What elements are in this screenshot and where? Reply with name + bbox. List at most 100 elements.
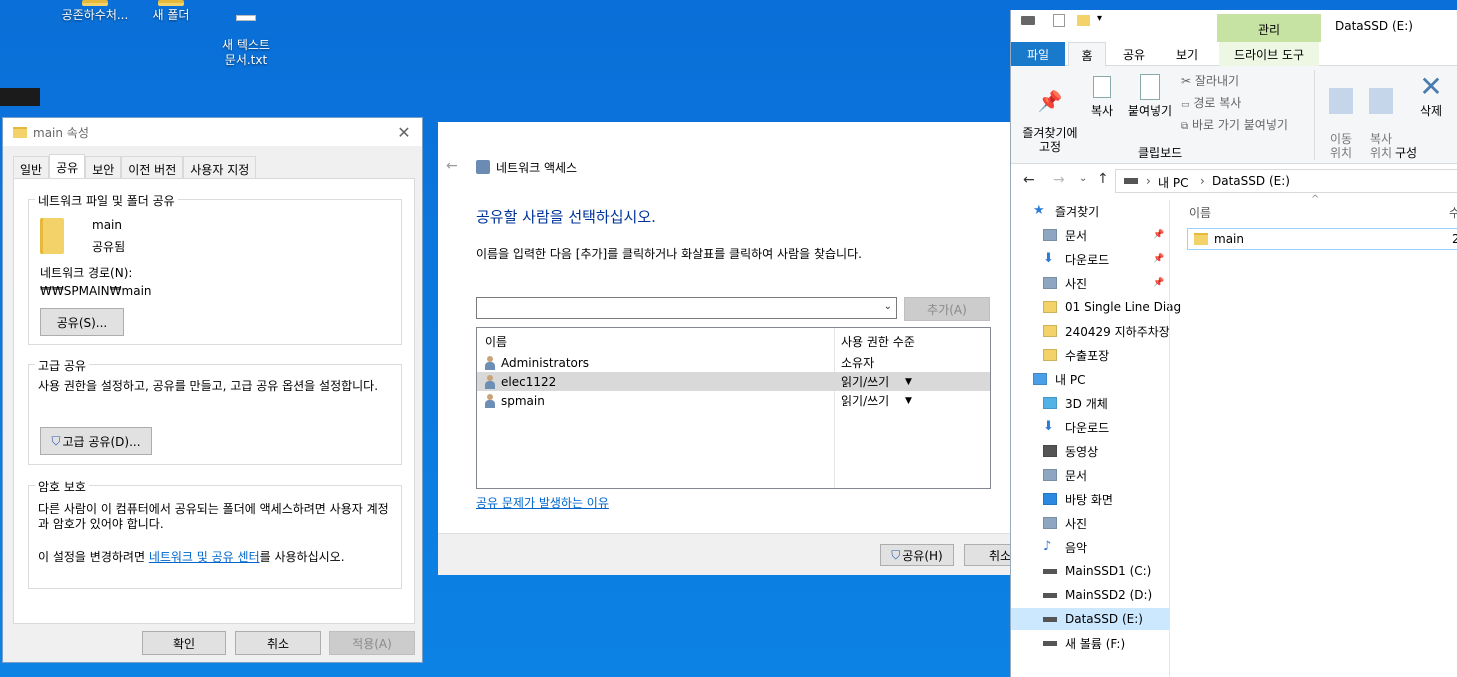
- paste-shortcut-button[interactable]: ⧉ 바로 가기 붙여넣기: [1181, 116, 1288, 133]
- close-icon[interactable]: ✕: [386, 123, 422, 142]
- sharing-help-link[interactable]: 공유 문제가 발생하는 이유: [476, 494, 609, 511]
- nav-item[interactable]: 동영상: [1011, 440, 1169, 462]
- desktop-icon-folder-1[interactable]: 공존하수처...: [55, 0, 135, 23]
- tab-security[interactable]: 보안: [85, 156, 122, 178]
- nav-item[interactable]: MainSSD2 (D:): [1011, 584, 1169, 606]
- caret-down-icon[interactable]: ▼: [905, 377, 912, 387]
- star-icon: ★: [1033, 203, 1045, 218]
- nav-item[interactable]: 01 Single Line Diag: [1011, 296, 1181, 318]
- tab-view[interactable]: 보기: [1167, 42, 1207, 66]
- tab-drive-tools[interactable]: 드라이브 도구: [1219, 42, 1319, 66]
- back-arrow-icon[interactable]: ←: [1023, 172, 1035, 188]
- user-name-combobox[interactable]: ⌄: [476, 297, 897, 319]
- desktop-icon-folder-2[interactable]: 새 폴더: [131, 0, 211, 23]
- permission-level[interactable]: 읽기/쓰기: [841, 373, 889, 390]
- column-header-permission[interactable]: 사용 권한 수준: [841, 333, 915, 350]
- folder-icon: [1043, 325, 1057, 337]
- cut-label: 잘라내기: [1194, 74, 1240, 88]
- customize-toolbar-icon[interactable]: ▾: [1097, 13, 1102, 24]
- network-path-value: ₩₩SPMAIN₩main: [40, 284, 152, 298]
- tab-sharing[interactable]: 공유: [49, 154, 86, 178]
- nav-item-label: 문서: [1065, 468, 1088, 483]
- manage-context-tab[interactable]: 관리: [1217, 14, 1321, 42]
- copy-button[interactable]: 복사: [1087, 76, 1117, 119]
- share-button[interactable]: 공유(S)...: [40, 308, 124, 336]
- nav-item[interactable]: 문서 📌: [1011, 224, 1169, 246]
- file-row[interactable]: main 20: [1187, 228, 1457, 250]
- column-header-modified[interactable]: 수: [1449, 204, 1457, 221]
- wizard-cancel-button[interactable]: 취소: [964, 544, 1014, 566]
- nav-item[interactable]: 3D 개체: [1011, 392, 1169, 414]
- breadcrumb-drive[interactable]: DataSSD (E:): [1212, 174, 1290, 188]
- nav-item[interactable]: 새 볼륨 (F:): [1011, 632, 1169, 654]
- nav-item-label: MainSSD2 (D:): [1065, 588, 1153, 602]
- nav-item-label: 바탕 화면: [1065, 492, 1113, 507]
- cut-button[interactable]: ✂ 잘라내기: [1181, 72, 1239, 89]
- nav-item[interactable]: MainSSD1 (C:): [1011, 560, 1169, 582]
- tab-home[interactable]: 홈: [1068, 42, 1106, 66]
- copy-path-label: 경로 복사: [1193, 96, 1242, 110]
- nav-item[interactable]: 바탕 화면: [1011, 488, 1169, 510]
- copy-path-button[interactable]: ▭ 경로 복사: [1181, 94, 1241, 111]
- pin-to-quick-access-button[interactable]: 📌 즐겨찾기에 고정: [1015, 76, 1085, 154]
- address-bar[interactable]: › 내 PC › DataSSD (E:): [1115, 169, 1457, 193]
- nav-item[interactable]: ♪ 음악: [1011, 536, 1169, 558]
- nav-item[interactable]: 사진 📌: [1011, 272, 1169, 294]
- chevron-down-icon[interactable]: ⌄: [884, 301, 892, 312]
- nav-item[interactable]: ⬇ 다운로드: [1011, 416, 1169, 438]
- drive-icon: [1043, 569, 1057, 574]
- scissors-icon: ✂: [1181, 74, 1192, 88]
- up-arrow-icon[interactable]: ↑: [1097, 171, 1109, 187]
- list-item[interactable]: elec1122 읽기/쓰기 ▼: [477, 372, 990, 391]
- forward-arrow-icon[interactable]: →: [1053, 172, 1065, 188]
- cancel-button[interactable]: 취소: [235, 631, 321, 655]
- organize-group-label: 구성: [1395, 146, 1418, 160]
- network-sharing-center-link[interactable]: 네트워크 및 공유 센터: [149, 550, 260, 564]
- nav-item[interactable]: ⬇ 다운로드 📌: [1011, 248, 1169, 270]
- tab-customize[interactable]: 사용자 지정: [183, 156, 257, 178]
- tab-general[interactable]: 일반: [13, 156, 50, 178]
- advanced-share-button[interactable]: ⛉ 고급 공유(D)...: [40, 427, 152, 455]
- pane-divider[interactable]: [1169, 200, 1170, 677]
- nav-item[interactable]: 내 PC: [1011, 368, 1169, 390]
- nav-item[interactable]: DataSSD (E:): [1011, 608, 1169, 630]
- nav-item[interactable]: 240429 지하주차장: [1011, 320, 1170, 342]
- nav-item-label: 내 PC: [1055, 372, 1086, 387]
- network-path-label: 네트워크 경로(N):: [40, 266, 133, 280]
- tab-previous-versions[interactable]: 이전 버전: [121, 156, 184, 178]
- share-confirm-button[interactable]: ⛉ 공유(H): [880, 544, 954, 566]
- nav-item[interactable]: ★ 즐겨찾기: [1011, 200, 1169, 222]
- recent-locations-icon[interactable]: ⌄: [1079, 173, 1087, 184]
- back-arrow-icon[interactable]: ←: [446, 158, 458, 174]
- caret-down-icon[interactable]: ▼: [905, 396, 912, 406]
- ok-button[interactable]: 확인: [142, 631, 226, 655]
- list-item[interactable]: Administrators 소유자: [477, 353, 990, 372]
- advanced-share-description: 사용 권한을 설정하고, 공유를 만들고, 고급 공유 옵션을 설정합니다.: [38, 379, 379, 393]
- desktop-icon-textfile[interactable]: 새 텍스트 문서.txt: [206, 0, 286, 68]
- clipboard-group-label: 클립보드: [1138, 146, 1183, 160]
- delete-button[interactable]: ✕ 삭제: [1407, 72, 1455, 119]
- wizard-instruction: 이름을 입력한 다음 [추가]를 클릭하거나 화살표를 클릭하여 사람을 찾습니…: [476, 247, 862, 261]
- nav-item[interactable]: 수출포장: [1011, 344, 1169, 366]
- folder-icon: [1043, 349, 1057, 361]
- shield-icon: ⛉: [51, 433, 61, 448]
- move-to-button[interactable]: 이동 위치: [1323, 74, 1359, 160]
- properties-dialog: main 속성 ✕ 일반 공유 보안 이전 버전 사용자 지정 네트워크 파일 …: [2, 117, 423, 663]
- properties-icon[interactable]: [1053, 14, 1065, 27]
- list-item[interactable]: spmain 읽기/쓰기 ▼: [477, 391, 990, 410]
- permission-level[interactable]: 읽기/쓰기: [841, 392, 889, 409]
- breadcrumb-my-pc[interactable]: 내 PC: [1158, 174, 1188, 191]
- column-header-name[interactable]: 이름: [1189, 204, 1211, 221]
- column-header-name[interactable]: 이름: [485, 333, 507, 350]
- paste-button[interactable]: 붙여넣기: [1125, 74, 1175, 119]
- copy-icon: [1093, 76, 1111, 98]
- tab-share[interactable]: 공유: [1114, 42, 1154, 66]
- tab-file[interactable]: 파일: [1011, 42, 1065, 66]
- add-button[interactable]: 추가(A): [904, 297, 990, 321]
- new-folder-icon[interactable]: [1077, 15, 1090, 26]
- copy-to-icon: [1369, 88, 1393, 114]
- nav-item[interactable]: 문서: [1011, 464, 1169, 486]
- apply-button[interactable]: 적용(A): [329, 631, 415, 655]
- copy-to-button[interactable]: 복사 위치: [1363, 74, 1399, 160]
- nav-item[interactable]: 사진: [1011, 512, 1169, 534]
